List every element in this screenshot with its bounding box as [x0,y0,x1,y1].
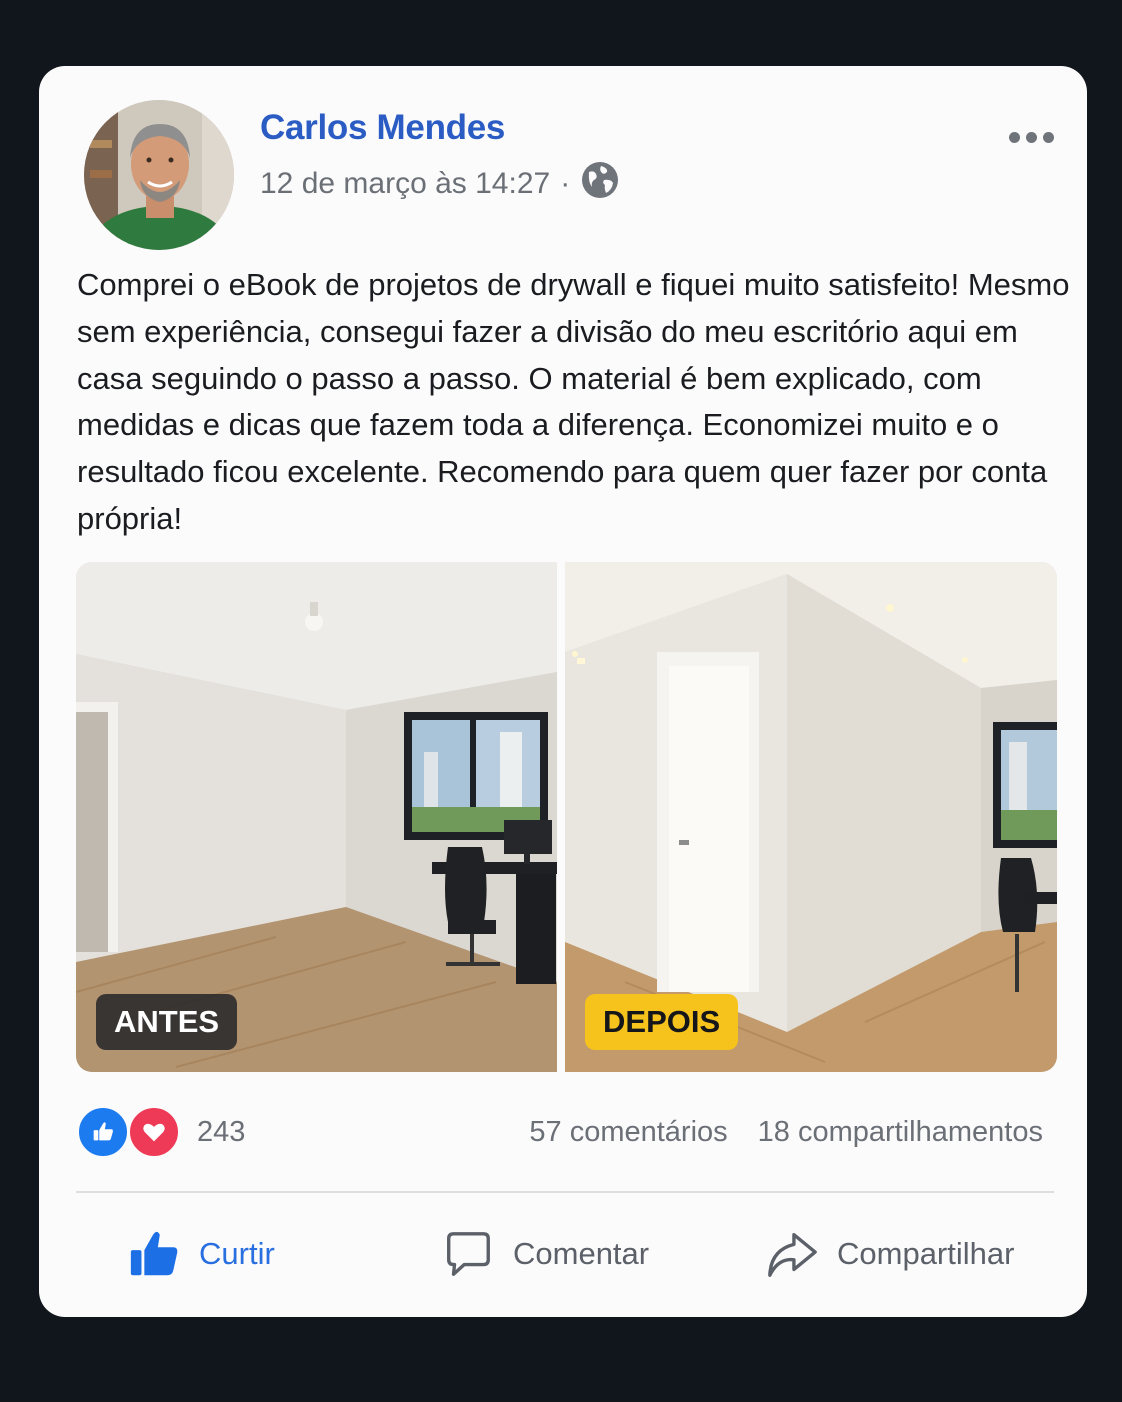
post-card: Carlos Mendes 12 de março às 14:27 · Com… [39,66,1087,1317]
post-stats: 57 comentários 18 compartilhamentos [529,1102,1043,1162]
comments-count[interactable]: 57 comentários [529,1116,727,1149]
post-text: Comprei o eBook de projetos de drywall e… [77,267,1070,536]
meta-separator: · [560,167,571,200]
after-photo[interactable]: DEPOIS [565,562,1057,1072]
reactions-summary[interactable]: 243 [76,1102,245,1162]
share-label: Compartilhar [837,1236,1015,1271]
more-dot [1042,131,1054,143]
more-dot [1008,131,1020,143]
comment-label: Comentar [513,1236,650,1271]
more-options-button[interactable] [1003,120,1059,154]
more-dot [1025,131,1037,143]
avatar[interactable] [84,100,234,250]
divider [76,1191,1054,1193]
shares-count[interactable]: 18 compartilhamentos [758,1116,1043,1149]
like-icon [127,1227,181,1281]
like-button[interactable]: Curtir [127,1222,275,1286]
comment-icon [441,1227,495,1281]
like-icon [76,1105,130,1159]
share-icon [765,1227,819,1281]
like-label: Curtir [199,1236,275,1271]
reaction-count: 243 [197,1115,246,1148]
love-icon [127,1105,181,1159]
post-timestamp[interactable]: 12 de março às 14:27 [260,167,550,201]
before-tag: ANTES [96,994,238,1050]
post-meta: 12 de março às 14:27 · [260,162,620,204]
before-photo[interactable]: ANTES [76,562,557,1072]
globe-icon [580,160,620,208]
comment-button[interactable]: Comentar [441,1222,649,1286]
after-tag: DEPOIS [585,994,739,1050]
author-name[interactable]: Carlos Mendes [260,108,505,148]
share-button[interactable]: Compartilhar [765,1222,1014,1286]
